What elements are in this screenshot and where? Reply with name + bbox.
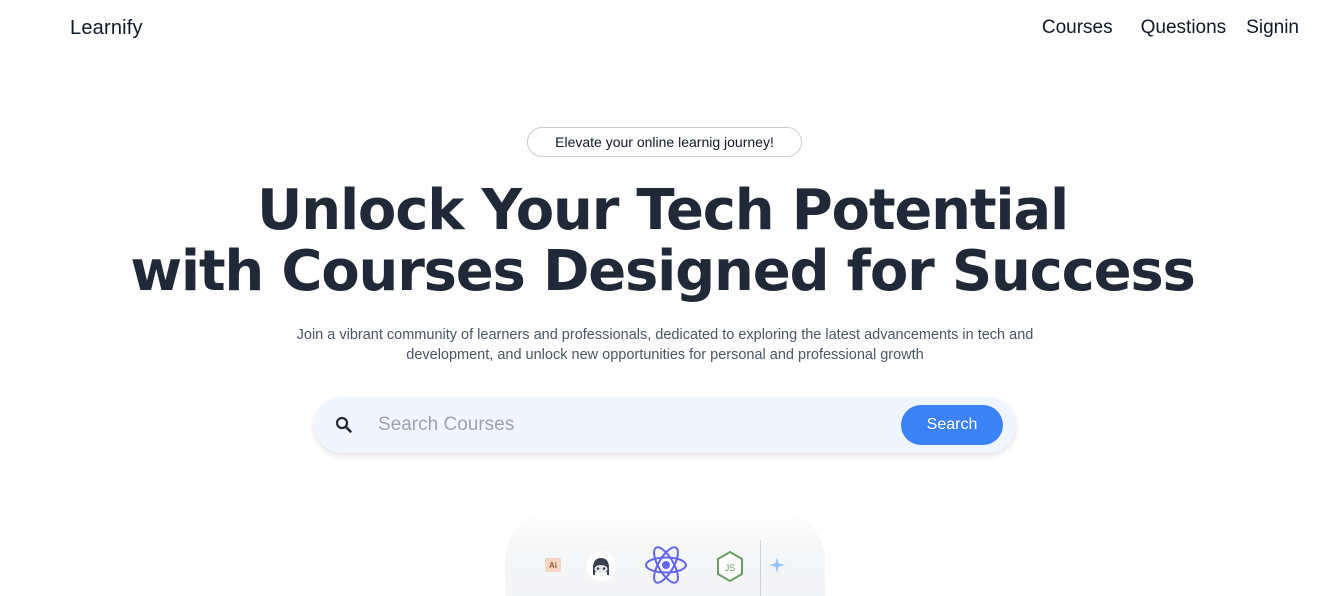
adobe-illustrator-icon: Ai (545, 558, 561, 572)
hero-subtitle-line-2: development, and unlock new opportunitie… (406, 347, 924, 363)
nav-link-signin[interactable]: Signin (1246, 17, 1299, 39)
search-button[interactable]: Search (901, 405, 1003, 445)
react-icon (643, 542, 689, 588)
hero-title-line-1: Unlock Your Tech Potential (257, 178, 1069, 243)
logo[interactable]: Learnify (70, 17, 143, 40)
hero-subtitle-line-1: Join a vibrant community of learners and… (296, 327, 1034, 343)
nav-link-courses[interactable]: Courses (1042, 17, 1113, 39)
hero-subtitle: Join a vibrant community of learners and… (262, 325, 1068, 365)
sparkle-icon (768, 556, 786, 574)
tech-icon-strip: Ai JS (505, 510, 825, 596)
top-nav: Learnify Courses Questions Signin (0, 0, 1325, 58)
hero-badge: Elevate your online learnig journey! (527, 127, 802, 157)
nav-links: Courses Questions Signin (1042, 17, 1299, 39)
github-icon (585, 550, 617, 582)
search-input[interactable] (370, 407, 890, 443)
tech-strip-divider (760, 540, 761, 596)
svg-text:JS: JS (725, 563, 736, 573)
hero-title-line-2: with Courses Designed for Success (130, 239, 1196, 304)
hero-title: Unlock Your Tech Potential with Courses … (0, 180, 1325, 302)
search-icon (335, 416, 353, 434)
nodejs-icon: JS (715, 550, 745, 584)
search-bar: Search (314, 397, 1016, 453)
nav-link-questions[interactable]: Questions (1141, 17, 1227, 39)
